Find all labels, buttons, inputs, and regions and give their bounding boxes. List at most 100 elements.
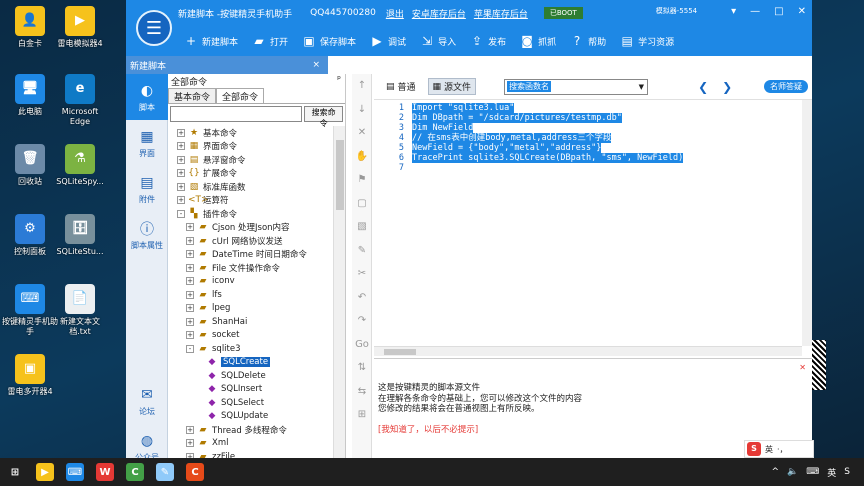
expand-toggle-icon[interactable]: + — [177, 169, 185, 178]
expand-toggle-icon[interactable]: + — [186, 223, 194, 232]
doc-tab[interactable]: 新建脚本 × — [126, 56, 328, 74]
taskbar-app[interactable]: ✎ — [150, 458, 180, 486]
desktop-icon[interactable]: ▶ 雷电模拟器4 — [52, 6, 108, 49]
editor-tool-icon[interactable]: ▢ — [352, 192, 372, 216]
expand-toggle-icon[interactable]: + — [186, 317, 194, 326]
minimize-icon[interactable]: — — [750, 6, 760, 17]
command-search-input[interactable] — [170, 106, 303, 122]
expand-toggle-icon[interactable]: + — [186, 439, 194, 448]
expand-toggle-icon[interactable]: + — [186, 277, 194, 286]
toolbar-button-camera[interactable]: ◙ 抓抓 — [520, 34, 556, 48]
toolbar-button-save[interactable]: ▣ 保存脚本 — [302, 34, 356, 48]
editor-vertical-scrollbar[interactable] — [802, 100, 812, 346]
ime-toolbar[interactable]: S 英 ·， — [744, 440, 814, 458]
prev-icon[interactable]: ❮ — [698, 80, 708, 94]
tray-item[interactable]: ^ — [772, 467, 780, 477]
toolbar-button-folder[interactable]: ▰ 打开 — [252, 34, 288, 48]
desktop-icon[interactable]: ▣ 雷电多开器4 — [2, 354, 58, 397]
tray-item[interactable]: 🔈 — [787, 467, 798, 477]
android-inventory-link[interactable]: 安卓库存后台 — [412, 7, 466, 20]
tree-item[interactable]: + ▰ Thread 多线程命令 — [168, 423, 334, 437]
editor-tool-icon[interactable]: ⇅ — [352, 356, 372, 380]
expand-toggle-icon[interactable]: - — [186, 344, 194, 353]
tree-item[interactable]: - ▚ 插件命令 — [168, 207, 334, 221]
desktop-icon[interactable]: 🗑 回收站 — [2, 144, 58, 187]
dismiss-tip-link[interactable]: [我知道了，以后不必提示] — [378, 425, 812, 436]
editor-tool-icon[interactable]: ⇆ — [352, 380, 372, 404]
scroll-thumb[interactable] — [384, 349, 416, 355]
desktop-icon[interactable]: 👤 白金卡 — [2, 6, 58, 49]
expand-toggle-icon[interactable]: + — [186, 304, 194, 313]
expand-toggle-icon[interactable]: + — [177, 182, 185, 191]
tree-item[interactable]: + ▰ socket — [168, 329, 334, 343]
editor-tool-icon[interactable]: ⊞ — [352, 403, 372, 427]
tab-all-commands[interactable]: 全部命令 — [216, 88, 265, 103]
toolbar-button-help[interactable]: ? 帮助 — [570, 34, 606, 48]
pin-icon[interactable]: ᵖ — [337, 75, 341, 85]
apple-inventory-link[interactable]: 苹果库存后台 — [474, 7, 528, 20]
toolbar-button-publish[interactable]: ⇪ 发布 — [470, 34, 506, 48]
editor-horizontal-scrollbar[interactable] — [374, 346, 802, 356]
expand-toggle-icon[interactable]: + — [186, 290, 194, 299]
taskbar-app[interactable]: ⊞ — [0, 458, 30, 486]
tray-item[interactable]: ⌨ — [806, 467, 819, 477]
expand-toggle-icon[interactable]: + — [186, 425, 194, 434]
tree-item[interactable]: + ▰ lpeg — [168, 302, 334, 316]
toolbar-button-play[interactable]: ▶ 调试 — [370, 34, 406, 48]
expand-toggle-icon[interactable]: + — [186, 250, 194, 259]
tree-item[interactable]: ◆ SQLSelect — [168, 396, 334, 410]
tab-basic-commands[interactable]: 基本命令 — [168, 88, 217, 103]
function-select[interactable]: 搜索函数名 ▼ — [504, 78, 649, 95]
tree-item[interactable]: + <T> 运算符 — [168, 194, 334, 208]
tab-normal-view[interactable]: ▤ 普通 — [382, 79, 420, 94]
editor-tool-icon[interactable]: ✎ — [352, 239, 372, 263]
maximize-icon[interactable]: □ — [774, 6, 783, 17]
expand-toggle-icon[interactable]: + — [177, 128, 185, 137]
tree-item[interactable]: ◆ SQLUpdate — [168, 410, 334, 424]
editor-tool-icon[interactable]: ✕ — [352, 121, 372, 145]
toolbar-button-plus[interactable]: + 新建脚本 — [184, 34, 238, 48]
tree-item[interactable]: - ▰ sqlite3 — [168, 342, 334, 356]
tree-item[interactable]: + ▰ Cjson 处理Json内容 — [168, 221, 334, 235]
tree-item[interactable]: + ▰ ShanHai — [168, 315, 334, 329]
tree-item[interactable]: ◆ SQLDelete — [168, 369, 334, 383]
desktop-icon[interactable]: 🖥 此电脑 — [2, 74, 58, 117]
expand-toggle-icon[interactable]: + — [186, 263, 194, 272]
expand-toggle-icon[interactable]: + — [177, 142, 185, 151]
close-icon[interactable]: ✕ — [798, 6, 806, 17]
editor-tool-icon[interactable]: ⚑ — [352, 168, 372, 192]
next-icon[interactable]: ❯ — [722, 80, 732, 94]
nav-item-script[interactable]: ◐ 脚本 — [126, 74, 168, 120]
editor-tool-icon[interactable]: Go — [352, 333, 372, 357]
desktop-icon[interactable]: ⚗ SQLiteSpy... — [52, 144, 108, 187]
nav-item-forum[interactable]: ✉ 论坛 — [126, 378, 168, 424]
close-tab-icon[interactable]: × — [312, 60, 320, 70]
nav-item-interface[interactable]: ▦ 界面 — [126, 120, 168, 166]
search-command-button[interactable]: 搜索命令 — [304, 106, 343, 128]
expand-toggle-icon[interactable]: + — [177, 196, 185, 205]
tree-item[interactable]: + ★ 基本命令 — [168, 126, 334, 140]
tree-item[interactable]: + ▰ zzFile — [168, 450, 334, 458]
expert-qa-button[interactable]: 名师答疑 — [764, 80, 808, 93]
taskbar-app[interactable]: W — [90, 458, 120, 486]
tree-item[interactable]: ◆ SQLCreate — [168, 356, 334, 370]
ime-language[interactable]: 英 — [765, 444, 773, 455]
tree-item[interactable]: + ▰ cUrl 网络协议发送 — [168, 234, 334, 248]
desktop-icon[interactable]: 🗄 SQLiteStu... — [52, 214, 108, 257]
main-menu-button[interactable]: ☰ — [136, 10, 172, 46]
toolbar-button-book[interactable]: ▤ 学习资源 — [620, 34, 674, 48]
expand-toggle-icon[interactable]: + — [177, 155, 185, 164]
tree-item[interactable]: +{} 扩展命令 — [168, 167, 334, 181]
tray-item[interactable]: 英 — [827, 466, 836, 479]
tree-item[interactable]: + ▰ Xml — [168, 437, 334, 451]
editor-tool-icon[interactable]: ↷ — [352, 309, 372, 333]
taskbar-app[interactable]: ▶ — [30, 458, 60, 486]
editor-tool-icon[interactable]: ↑ — [352, 74, 372, 98]
nav-item-attachment[interactable]: ▤ 附件 — [126, 166, 168, 212]
editor-tool-icon[interactable]: ↶ — [352, 286, 372, 310]
dropdown-icon[interactable]: ▾ — [731, 6, 736, 17]
close-info-icon[interactable]: ✕ — [799, 363, 806, 374]
tree-item[interactable]: + ▰ lfs — [168, 288, 334, 302]
editor-tool-icon[interactable]: ↓ — [352, 98, 372, 122]
desktop-icon[interactable]: e Microsoft Edge — [52, 74, 108, 127]
